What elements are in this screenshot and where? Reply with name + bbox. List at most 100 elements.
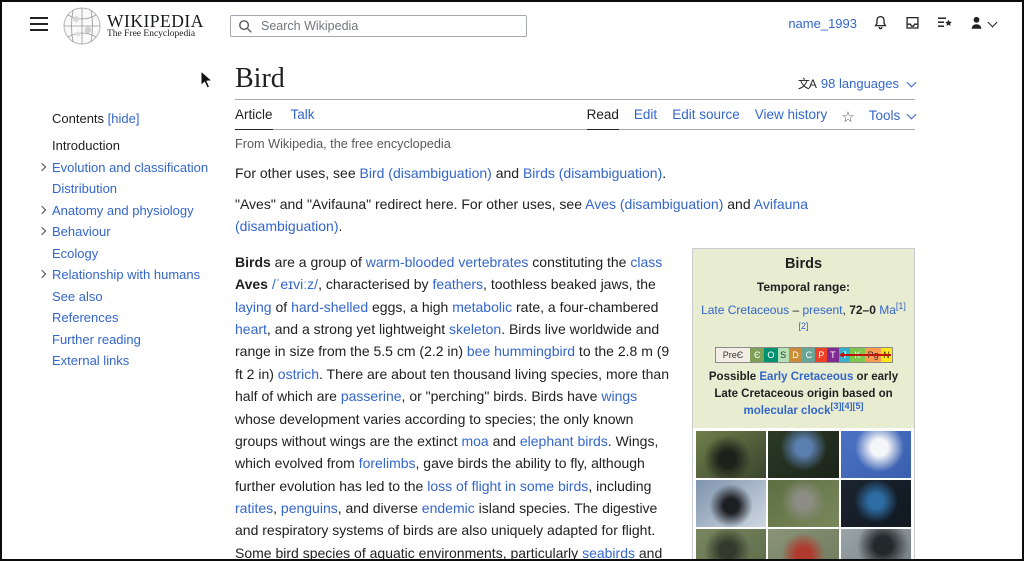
wiki-link[interactable]: vertebrates xyxy=(458,254,528,270)
taxobox: Birds Temporal range: Late Cretaceous – … xyxy=(692,248,915,561)
article-body: For other uses, see Bird (disambiguation… xyxy=(235,162,915,561)
text-run: constituting the xyxy=(528,254,630,270)
wiki-link[interactable]: feathers xyxy=(432,276,483,292)
era-s[interactable]: S xyxy=(778,348,789,362)
wiki-link[interactable]: forelimbs xyxy=(359,455,416,471)
toc-item-further-reading[interactable]: Further reading xyxy=(39,332,224,348)
bird-photo-white-tern[interactable] xyxy=(841,431,911,478)
inbox-tray-icon[interactable] xyxy=(904,15,921,31)
tab-talk[interactable]: Talk xyxy=(291,107,315,129)
text-run: and xyxy=(489,433,520,449)
table-of-contents: Contents [hide] IntroductionEvolution an… xyxy=(39,111,224,375)
wiki-link[interactable]: seabirds xyxy=(582,545,635,561)
bird-photo-oystercatcher[interactable] xyxy=(696,480,766,527)
wiki-link[interactable]: class xyxy=(630,254,662,270)
era-c[interactable]: C xyxy=(802,348,815,362)
user-menu[interactable] xyxy=(968,15,996,31)
toc-item-relationship-with-humans[interactable]: Relationship with humans xyxy=(39,267,224,283)
wiki-link[interactable]: penguins xyxy=(281,500,338,516)
wiki-link[interactable]: ratites xyxy=(235,500,273,516)
toc-item-ecology[interactable]: Ecology xyxy=(39,246,224,262)
bird-photo-toucan[interactable] xyxy=(696,431,766,478)
taxobox-title: Birds xyxy=(698,256,909,273)
bird-photo-cassowary[interactable] xyxy=(768,431,838,478)
watch-star-icon[interactable]: ☆ xyxy=(841,110,854,129)
tab-bar: Article Talk Read Edit Edit source View hist… xyxy=(235,100,915,130)
era-є[interactable]: Є xyxy=(750,348,764,362)
chevron-right-icon[interactable] xyxy=(38,162,46,170)
reference-link[interactable]: [3][4][5] xyxy=(830,401,863,411)
text-run: eggs, a high xyxy=(368,299,452,315)
toc-hide-button[interactable]: [hide] xyxy=(108,111,140,126)
era-preє[interactable]: PreЄ xyxy=(716,348,751,362)
watchlist-list-star-icon[interactable] xyxy=(936,15,953,31)
toc-item-external-links[interactable]: External links xyxy=(39,353,224,369)
tab-read[interactable]: Read xyxy=(587,107,619,130)
wiki-link[interactable]: bee hummingbird xyxy=(467,343,575,359)
chevron-right-icon[interactable] xyxy=(38,205,46,213)
toc-item-see-also[interactable]: See also xyxy=(39,289,224,305)
chevron-right-icon[interactable] xyxy=(38,227,46,235)
wiki-link[interactable]: heart xyxy=(235,321,267,337)
username-link[interactable]: name_1993 xyxy=(788,16,857,31)
wiki-link[interactable]: metabolic xyxy=(452,299,512,315)
wiki-link[interactable]: skeleton xyxy=(449,321,501,337)
bird-photo-flying-swallow[interactable] xyxy=(696,529,766,561)
toc-item-evolution-and-classification[interactable]: Evolution and classification xyxy=(39,160,224,176)
wiki-link[interactable]: Early Cretaceous xyxy=(759,371,853,383)
main-menu-icon[interactable] xyxy=(30,17,48,32)
wiki-link[interactable]: molecular clock xyxy=(744,405,831,417)
bird-photo-hummingbird[interactable] xyxy=(768,529,838,561)
wiki-link[interactable]: loss of flight in some birds xyxy=(427,478,588,494)
toc-item-behaviour[interactable]: Behaviour xyxy=(39,224,224,240)
toc-item-label: Behaviour xyxy=(52,224,111,239)
wiki-link[interactable]: hard-shelled xyxy=(291,299,368,315)
wiki-link[interactable]: Late Cretaceous xyxy=(701,303,789,317)
toc-item-distribution[interactable]: Distribution xyxy=(39,181,224,197)
namespace-tabs: Article Talk xyxy=(235,107,315,129)
tab-edit-source[interactable]: Edit source xyxy=(672,107,740,129)
toc-item-introduction[interactable]: Introduction xyxy=(39,138,224,154)
article-content: Bird 文A 98 languages ArticleTalk ReadEdi… xyxy=(235,62,915,561)
bird-photo-grey-crowned-crane[interactable] xyxy=(768,480,838,527)
languages-label: 98 languages xyxy=(821,76,899,91)
wiki-link[interactable]: Ma xyxy=(879,303,896,317)
toc-item-references[interactable]: References xyxy=(39,310,224,326)
wiki-link[interactable]: Birds (disambiguation) xyxy=(523,165,662,181)
wiki-link[interactable]: wings xyxy=(601,388,637,404)
era-o[interactable]: O xyxy=(764,348,778,362)
wiki-link[interactable]: passerine xyxy=(341,388,402,404)
wiki-link[interactable]: /ˈeɪviːz/ xyxy=(272,276,318,292)
bird-photo-peafowl[interactable] xyxy=(841,480,911,527)
wiki-link[interactable]: Aves (disambiguation) xyxy=(585,196,723,212)
search-bar[interactable] xyxy=(230,15,527,37)
bird-photo-frigatebird[interactable] xyxy=(841,529,911,561)
temporal-range-value: Late Cretaceous – present, 72–0 Ma[1][2] xyxy=(698,301,909,339)
wikipedia-logo[interactable]: WIKIPEDIA The Free Encyclopedia xyxy=(62,6,204,46)
era-d[interactable]: D xyxy=(789,348,803,362)
toc-item-anatomy-and-physiology[interactable]: Anatomy and physiology xyxy=(39,203,224,219)
origin-note: Possible Early Cretaceous or early Late … xyxy=(702,369,905,421)
tools-button[interactable]: Tools xyxy=(869,108,915,129)
text-run: rate, a four-chambered xyxy=(512,299,658,315)
notifications-bell-icon[interactable] xyxy=(872,15,889,31)
wiki-link[interactable]: endemic xyxy=(422,500,475,516)
wiki-link[interactable]: elephant birds xyxy=(520,433,608,449)
languages-button[interactable]: 文A 98 languages xyxy=(798,75,915,96)
chevron-down-icon xyxy=(907,77,917,87)
chevron-right-icon[interactable] xyxy=(38,270,46,278)
wiki-link[interactable]: ostrich xyxy=(278,366,319,382)
hatnote: "Aves" and "Avifauna" redirect here. For… xyxy=(235,193,915,238)
wiki-link[interactable]: warm-blooded xyxy=(366,254,455,270)
tab-article[interactable]: Article xyxy=(235,107,273,130)
search-input[interactable] xyxy=(259,18,526,34)
wiki-link[interactable]: moa xyxy=(461,433,488,449)
wiki-link[interactable]: laying xyxy=(235,299,272,315)
tab-view-history[interactable]: View history xyxy=(755,107,828,129)
era-t[interactable]: T xyxy=(827,348,839,362)
wiki-link[interactable]: Bird (disambiguation) xyxy=(360,165,492,181)
wiki-link[interactable]: present xyxy=(802,303,842,317)
logo-tagline: The Free Encyclopedia xyxy=(107,30,204,40)
tab-edit[interactable]: Edit xyxy=(634,107,657,129)
era-p[interactable]: P xyxy=(815,348,827,362)
